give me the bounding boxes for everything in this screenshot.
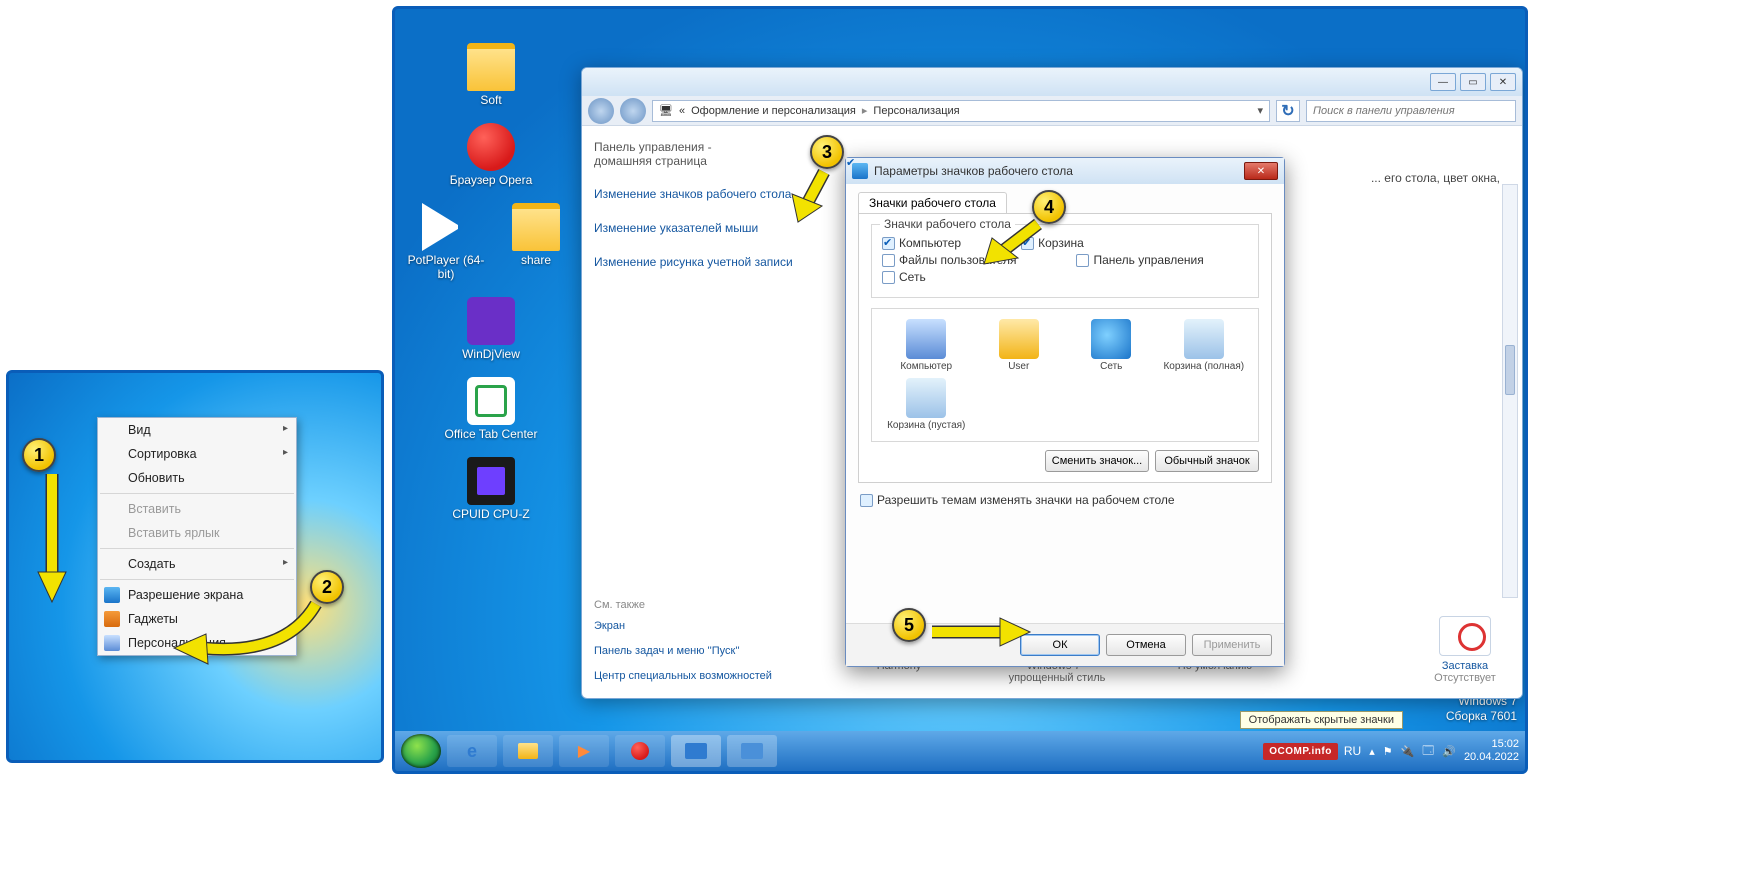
lang-indicator[interactable]: RU [1344, 744, 1361, 758]
checkbox-allow-themes[interactable]: ✔ Разрешить темам изменять значки на раб… [860, 493, 1270, 507]
link-change-account-picture[interactable]: Изменение рисунка учетной записи [594, 254, 802, 270]
arrow-1 [38, 468, 78, 613]
link-taskbar-start[interactable]: Панель задач и меню ''Пуск'' [594, 644, 802, 659]
nav-forward-button[interactable] [620, 98, 646, 124]
desktop-icon[interactable]: Браузер Opera [401, 123, 581, 187]
tray-power-icon[interactable]: 🔌 [1401, 745, 1415, 758]
context-menu-item[interactable]: Создать [98, 552, 296, 576]
explorer-sidebar: Панель управления - домашняя страница Из… [582, 126, 814, 698]
context-menu-item: Вставить ярлык [98, 521, 296, 545]
arrow-5 [926, 614, 1036, 659]
ocomp-badge: OCOMP.info [1263, 743, 1338, 760]
icon-preview[interactable]: Корзина (полная) [1160, 319, 1249, 372]
apply-button[interactable]: Применить [1192, 634, 1272, 656]
cancel-button[interactable]: Отмена [1106, 634, 1186, 656]
start-button[interactable] [401, 734, 441, 768]
tray-volume-icon[interactable]: 🔊 [1442, 745, 1456, 758]
callout-2: 2 [310, 570, 344, 604]
context-menu-item[interactable]: Сортировка [98, 442, 296, 466]
tray-tooltip: Отображать скрытые значки [1240, 711, 1403, 729]
refresh-button[interactable]: ↻ [1276, 100, 1300, 122]
fieldset-desktop-icons: Значки рабочего стола Компьютер Корзина … [871, 224, 1259, 298]
close-button[interactable]: ✕ [1490, 73, 1516, 91]
dialog-titlebar: Параметры значков рабочего стола ✕ [846, 158, 1284, 184]
screensaver-block[interactable]: Заставка Отсутствует [1420, 616, 1510, 684]
callout-1: 1 [22, 438, 56, 472]
tray-clock[interactable]: 15:02 20.04.2022 [1464, 738, 1519, 763]
checkbox-control-panel[interactable]: Панель управления [1076, 253, 1203, 267]
checkbox-network[interactable]: Сеть [882, 270, 926, 284]
system-tray[interactable]: RU ▴ ⚑ 🔌 🗔 🔊 15:02 20.04.2022 [1344, 738, 1519, 763]
change-icon-button[interactable]: Сменить значок... [1045, 450, 1149, 472]
desktop-icon[interactable]: Office Tab Center [401, 377, 581, 441]
see-also-section: См. также Экран Панель задач и меню ''Пу… [594, 599, 802, 684]
icon-preview[interactable]: User [975, 319, 1064, 372]
callout-4: 4 [1032, 190, 1066, 224]
tray-network-icon[interactable]: 🗔 [1422, 742, 1434, 761]
taskbar-personalization-window[interactable] [671, 735, 721, 767]
checkbox-computer[interactable]: Компьютер [882, 236, 961, 250]
link-ease-of-access[interactable]: Центр специальных возможностей [594, 669, 802, 684]
context-menu-item: Вставить [98, 497, 296, 521]
callout-5: 5 [892, 608, 926, 642]
desktop-icons-column: Soft Браузер Opera PotPlayer (64-bit)share… [401, 39, 581, 533]
icon-preview[interactable]: Корзина (пустая) [882, 378, 971, 431]
callout-3: 3 [810, 135, 844, 169]
arrow-2 [166, 598, 326, 673]
desktop-icon[interactable]: CPUID CPU-Z [401, 457, 581, 521]
search-input[interactable] [1306, 100, 1516, 122]
desktop-icon[interactable]: Soft [401, 43, 581, 107]
desktop-icon-settings-dialog: Параметры значков рабочего стола ✕ Значк… [845, 157, 1285, 667]
context-menu-item[interactable]: Вид [98, 418, 296, 442]
taskbar-opera-icon[interactable] [615, 735, 665, 767]
desktop-icon[interactable]: share [491, 203, 581, 267]
scrollbar[interactable] [1502, 184, 1518, 598]
link-change-desktop-icons[interactable]: Изменение значков рабочего стола [594, 186, 802, 202]
taskbar-ie-icon[interactable]: e [447, 735, 497, 767]
icon-preview-grid: КомпьютерUserСетьКорзина (полная) Корзина… [871, 308, 1259, 442]
taskbar-dialog-window[interactable] [727, 735, 777, 767]
arrow-4 [980, 218, 1050, 278]
tray-arrow-icon[interactable]: ▴ [1369, 745, 1375, 758]
nav-back-button[interactable] [588, 98, 614, 124]
dialog-close-button[interactable]: ✕ [1244, 162, 1278, 180]
icon-preview[interactable]: Сеть [1067, 319, 1156, 372]
taskbar-explorer-icon[interactable] [503, 735, 553, 767]
screensaver-icon [1439, 616, 1491, 656]
restore-default-button[interactable]: Обычный значок [1155, 450, 1259, 472]
icon-preview[interactable]: Компьютер [882, 319, 971, 372]
breadcrumb[interactable]: 🖥 « Оформление и персонализация▸ Персона… [652, 100, 1270, 122]
link-display[interactable]: Экран [594, 619, 802, 634]
tab-desktop-icons[interactable]: Значки рабочего стола [858, 192, 1007, 213]
control-panel-home-link[interactable]: Панель управления - домашняя страница [594, 140, 802, 168]
minimize-button[interactable]: — [1430, 73, 1456, 91]
link-change-pointers[interactable]: Изменение указателей мыши [594, 220, 802, 236]
address-bar-row: 🖥 « Оформление и персонализация▸ Персона… [582, 96, 1522, 126]
dialog-title: Параметры значков рабочего стола [874, 164, 1238, 178]
maximize-button[interactable]: ▭ [1460, 73, 1486, 91]
tray-flag-icon[interactable]: ⚑ [1383, 745, 1393, 758]
window-titlebar: — ▭ ✕ [582, 68, 1522, 96]
arrow-3 [790, 166, 840, 231]
context-menu-item[interactable]: Обновить [98, 466, 296, 490]
taskbar-media-icon[interactable]: ▶ [559, 735, 609, 767]
desktop-icon[interactable]: PotPlayer (64-bit) [401, 203, 491, 281]
desktop-icon[interactable]: WinDjView [401, 297, 581, 361]
taskbar: e ▶ OCOMP.info RU ▴ ⚑ 🔌 🗔 🔊 15:02 20.04.… [395, 731, 1525, 771]
